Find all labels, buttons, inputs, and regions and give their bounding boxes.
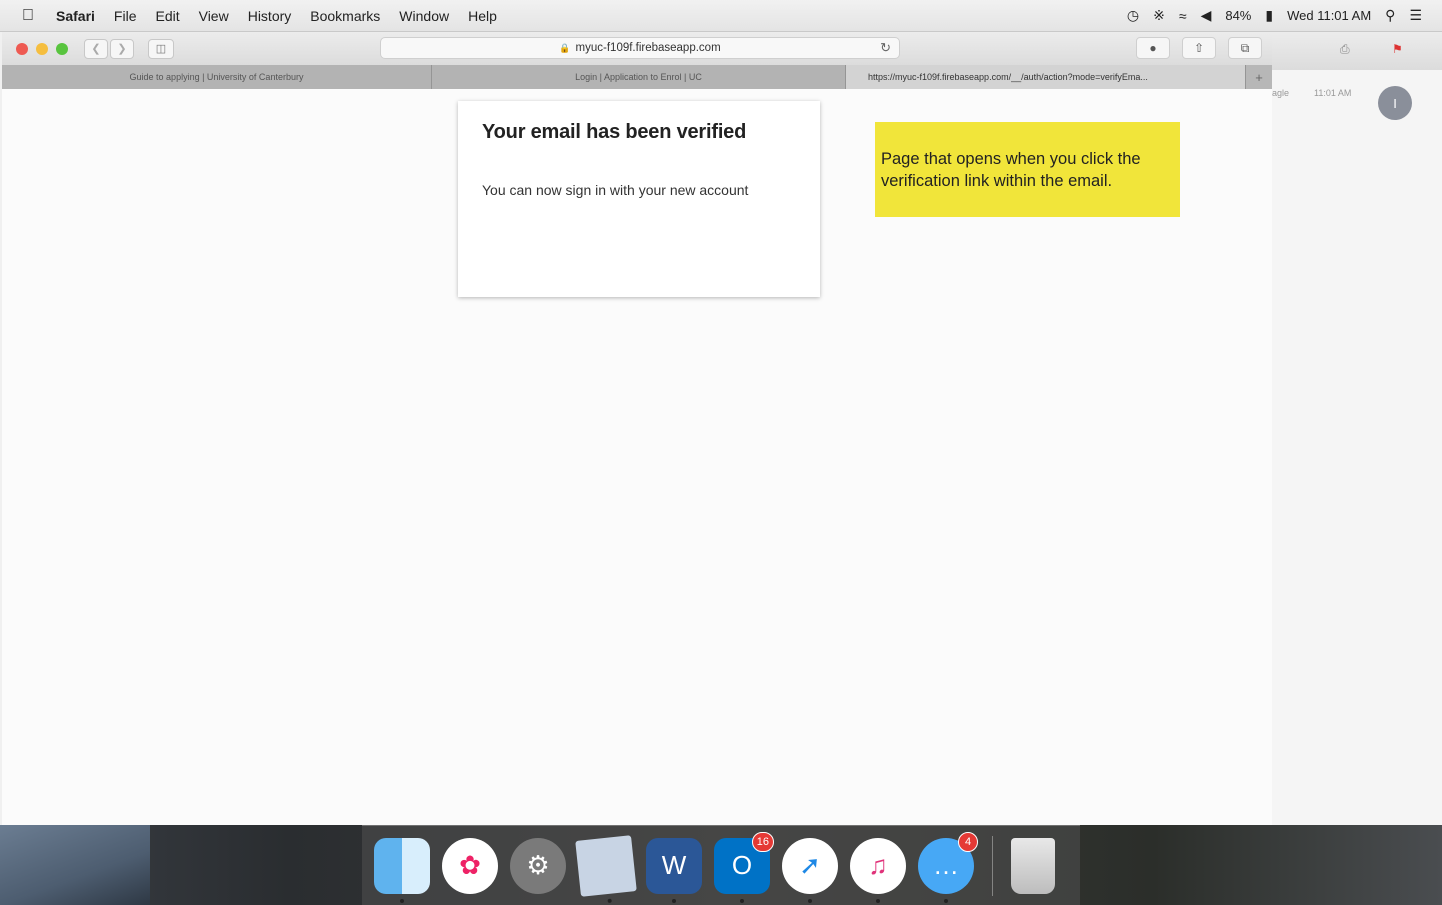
toolbar-right-buttons: ● ⇧ ⧉: [1136, 37, 1262, 59]
battery-icon[interactable]: ▮: [1265, 7, 1273, 24]
menu-app-name[interactable]: Safari: [56, 8, 95, 24]
minimize-window-button[interactable]: [36, 42, 48, 55]
outlook-badge: 16: [751, 831, 774, 852]
share-icon[interactable]: ⇧: [1182, 37, 1216, 59]
annotation-note: Page that opens when you click the verif…: [875, 122, 1180, 217]
bluetooth-icon[interactable]: ※: [1153, 7, 1165, 24]
window-controls: [16, 42, 68, 55]
zoom-window-button[interactable]: [56, 42, 68, 55]
background-mail-window: agle 11:01 AM I: [1272, 70, 1442, 825]
messages-icon[interactable]: … 4: [918, 831, 978, 903]
word-icon[interactable]: W: [646, 837, 702, 903]
verification-card: Your email has been verified You can now…: [458, 101, 820, 297]
close-window-button[interactable]: [16, 42, 28, 55]
mail-sender: agle: [1272, 88, 1290, 98]
status-area: ◷ ※ ≈ ◀ 84% ▮ Wed 11:01 AM ⚲ ☰: [1127, 7, 1422, 24]
dock-separator: [992, 835, 993, 896]
finder-icon[interactable]: [374, 837, 430, 903]
sidebar-toggle-icon[interactable]: ◫: [148, 38, 174, 59]
spotlight-search-icon[interactable]: ⚲: [1385, 7, 1395, 24]
time-machine-icon[interactable]: ◷: [1127, 7, 1139, 24]
outlook-icon[interactable]: O 16: [714, 831, 774, 903]
dock: ✿ ⚙ W O 16 ➚ ♫ … 4: [362, 825, 1080, 905]
card-title: Your email has been verified: [482, 121, 747, 143]
battery-percentage[interactable]: 84%: [1225, 8, 1251, 23]
card-message: You can now sign in with your new accoun…: [482, 182, 749, 198]
safari-icon[interactable]: ➚: [782, 837, 838, 903]
menubar-clock[interactable]: Wed 11:01 AM: [1287, 8, 1371, 23]
menu-bookmarks[interactable]: Bookmarks: [310, 8, 380, 24]
menu-file[interactable]: File: [114, 8, 137, 24]
browser-window: ❮ ❯ ◫ 🔒 myuc-f109f.firebaseapp.com ↻ ● ⇧…: [2, 32, 1272, 825]
page-content: Your email has been verified You can now…: [2, 89, 1272, 825]
wifi-icon[interactable]: ≈: [1179, 8, 1187, 24]
itunes-icon[interactable]: ♫: [850, 837, 906, 903]
menu-window[interactable]: Window: [399, 8, 449, 24]
tabs-overview-icon[interactable]: ⧉: [1228, 37, 1262, 59]
browser-toolbar: ❮ ❯ ◫ 🔒 myuc-f109f.firebaseapp.com ↻ ● ⇧…: [2, 32, 1272, 65]
menu-bar:  Safari File Edit View History Bookmark…: [0, 0, 1442, 32]
menu-history[interactable]: History: [248, 8, 292, 24]
menu-view[interactable]: View: [199, 8, 229, 24]
tab-login-application[interactable]: Login | Application to Enrol | UC: [432, 65, 846, 89]
preview-icon[interactable]: [575, 834, 637, 903]
mail-time: 11:01 AM: [1314, 88, 1352, 98]
address-bar[interactable]: 🔒 myuc-f109f.firebaseapp.com ↻: [380, 37, 900, 59]
address-url: myuc-f109f.firebaseapp.com: [575, 42, 721, 54]
forward-icon[interactable]: ❯: [110, 38, 134, 59]
background-window-toolbar: ⎙ ⚑: [1272, 32, 1442, 70]
back-icon[interactable]: ❮: [84, 38, 108, 59]
menu-help[interactable]: Help: [468, 8, 497, 24]
apple-logo-icon[interactable]: : [22, 7, 42, 25]
print-icon[interactable]: ⎙: [1340, 42, 1350, 57]
photos-icon[interactable]: ✿: [442, 837, 498, 894]
system-preferences-icon[interactable]: ⚙: [510, 837, 566, 894]
avatar: I: [1378, 86, 1412, 120]
lock-icon: 🔒: [559, 42, 571, 53]
trash-icon[interactable]: [1011, 837, 1055, 894]
volume-icon[interactable]: ◀: [1201, 7, 1212, 24]
flag-icon[interactable]: ⚑: [1392, 42, 1403, 56]
tab-guide-to-applying[interactable]: Guide to applying | University of Canter…: [2, 65, 432, 89]
tab-verify-email[interactable]: https://myuc-f109f.firebaseapp.com/__/au…: [846, 65, 1246, 89]
tab-bar: Guide to applying | University of Canter…: [2, 65, 1272, 89]
menu-edit[interactable]: Edit: [155, 8, 179, 24]
messages-badge: 4: [958, 831, 978, 852]
new-tab-button[interactable]: +: [1246, 65, 1272, 89]
reload-icon[interactable]: ↻: [880, 40, 891, 56]
desktop-wallpaper-detail: [0, 825, 150, 905]
extension-icon[interactable]: ●: [1136, 37, 1170, 59]
notification-center-icon[interactable]: ☰: [1409, 7, 1422, 24]
navigation-buttons: ❮ ❯: [84, 38, 134, 59]
